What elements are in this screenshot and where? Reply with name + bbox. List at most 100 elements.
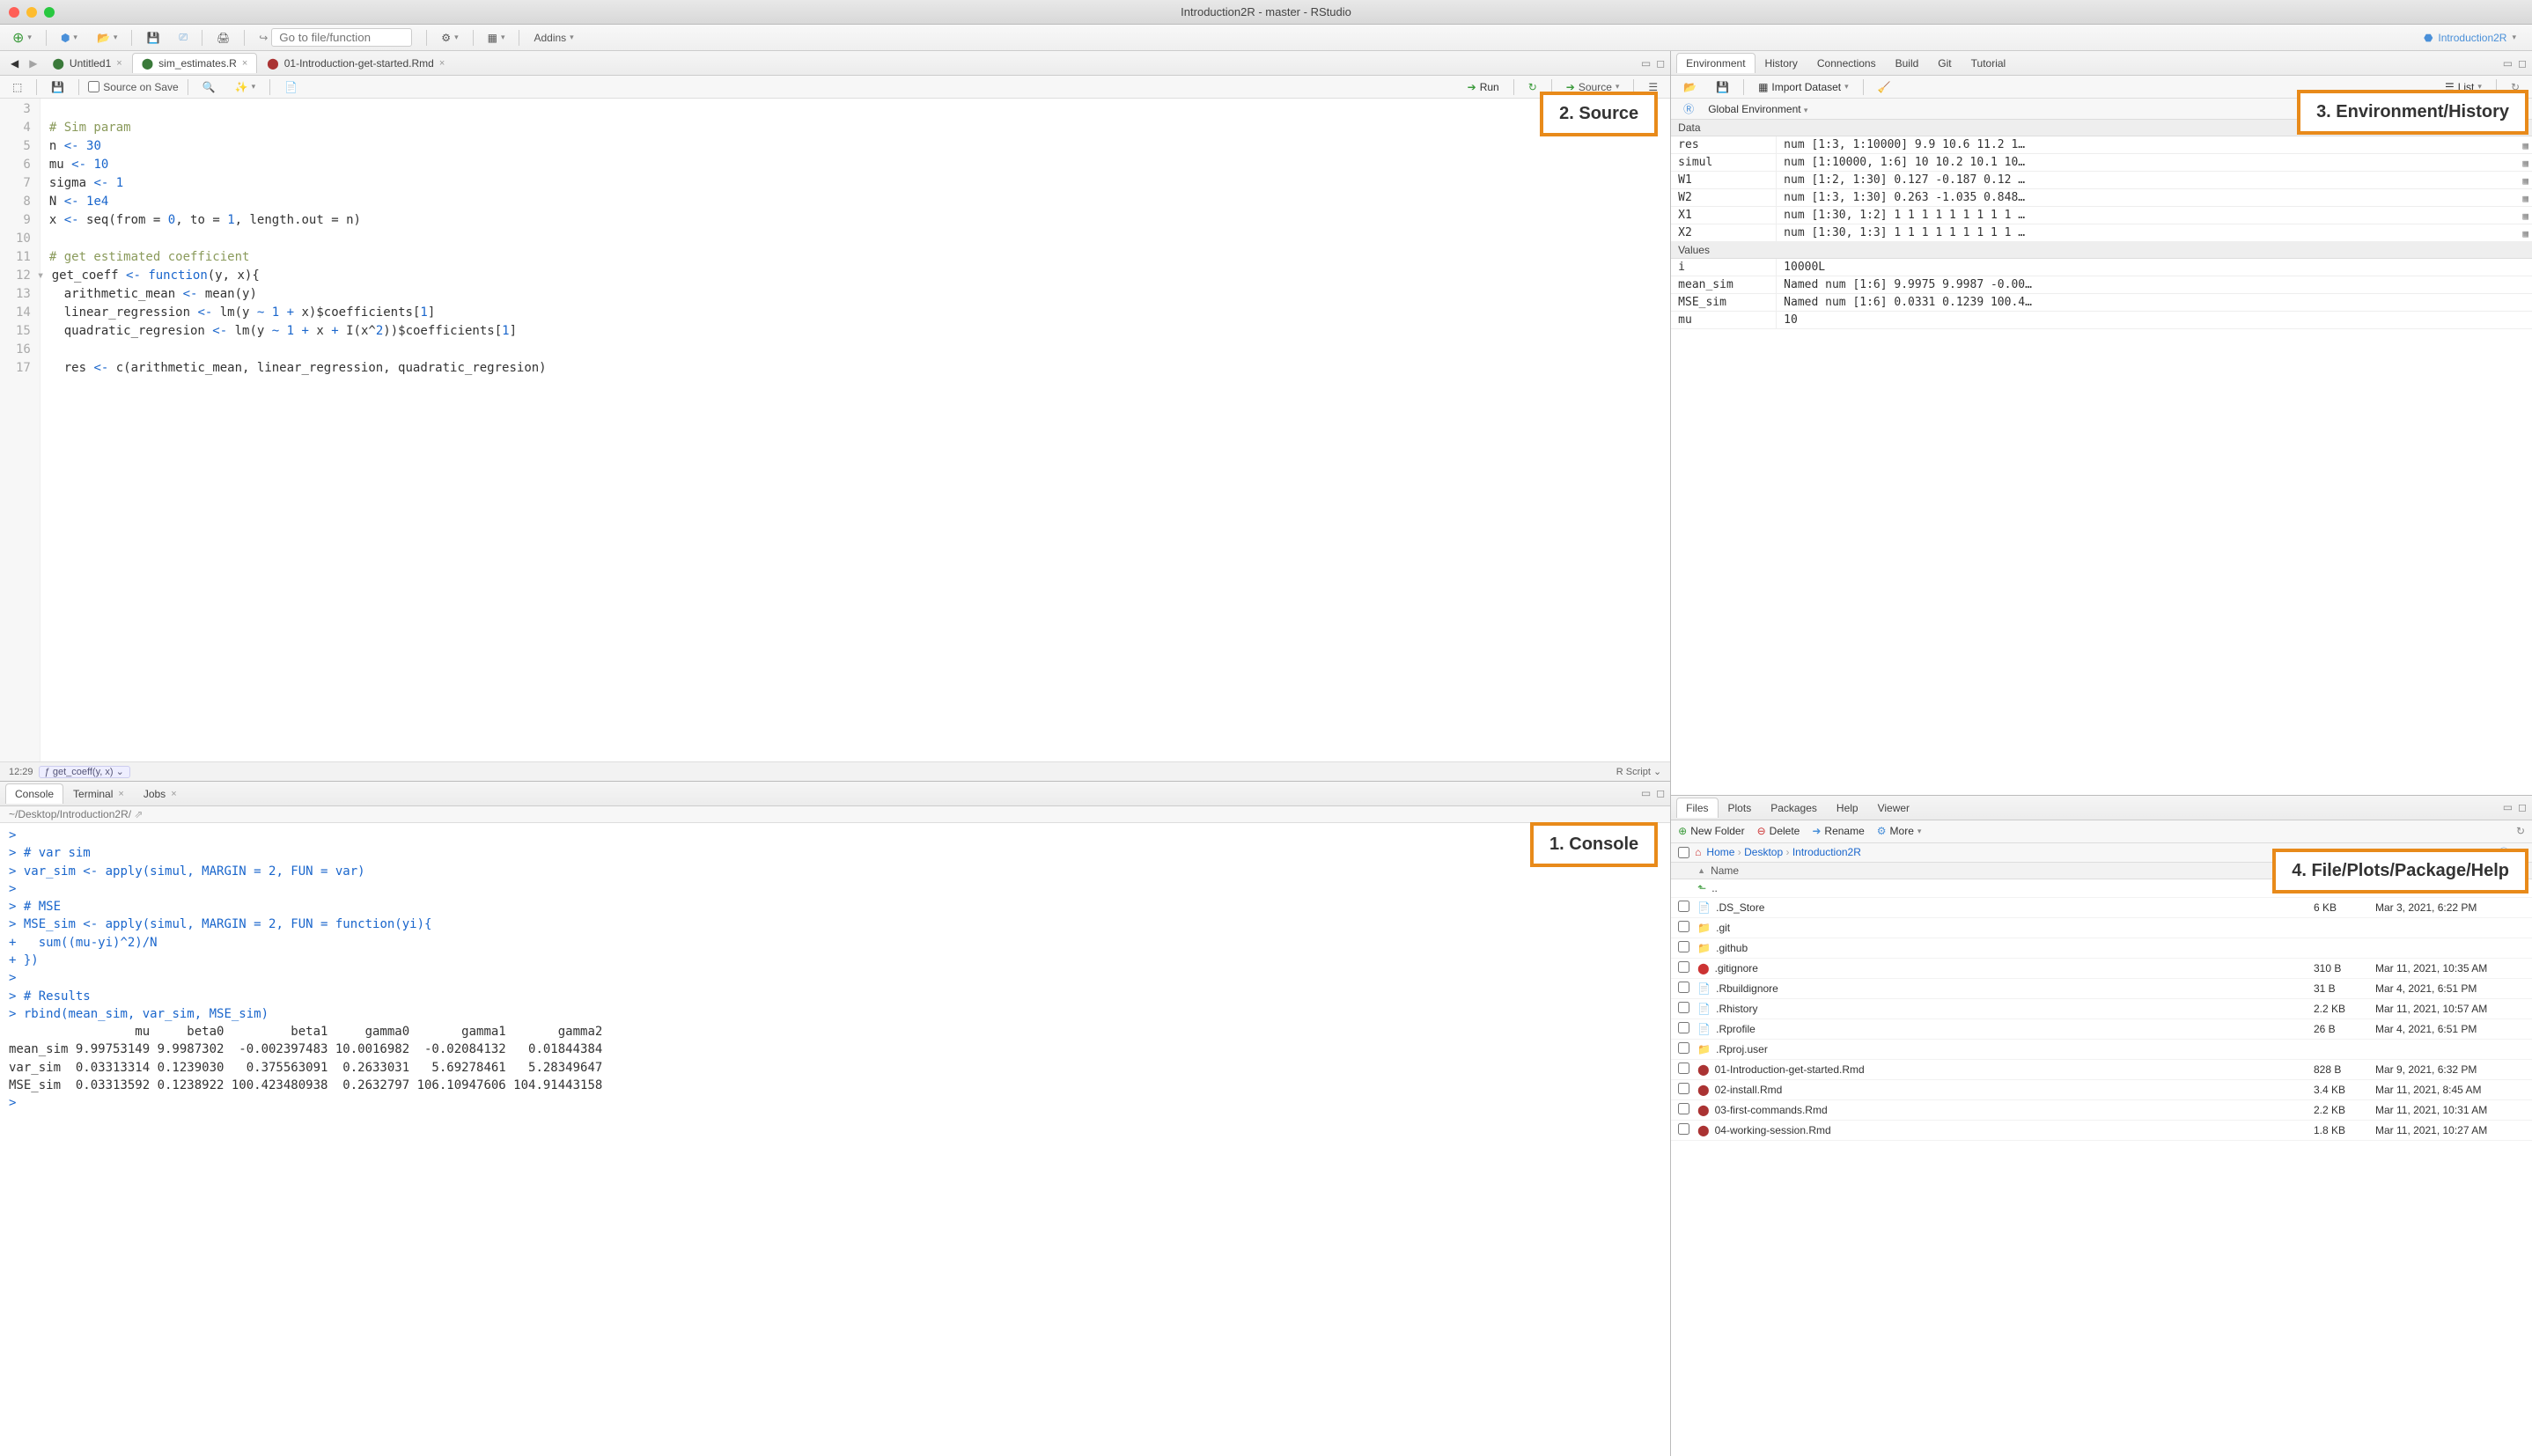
- file-checkbox[interactable]: [1678, 1083, 1689, 1094]
- view-data-icon[interactable]: ▦: [2522, 158, 2528, 169]
- save-workspace-button[interactable]: 💾: [1711, 79, 1734, 95]
- re-run-button[interactable]: ↻: [1523, 79, 1542, 95]
- outline-button[interactable]: ☰: [1643, 79, 1663, 95]
- env-tab[interactable]: Git: [1928, 53, 1961, 73]
- report-button[interactable]: 📄: [279, 79, 303, 95]
- file-row[interactable]: 📁 .github: [1671, 938, 2532, 959]
- console-output[interactable]: > > # var sim > var_sim <- apply(simul, …: [0, 823, 1670, 1456]
- refresh-files-button[interactable]: ↻: [2516, 825, 2525, 837]
- breadcrumb-link[interactable]: Introduction2R: [1792, 846, 1861, 858]
- function-scope[interactable]: ƒ get_coeff(y, x) ⌄: [39, 766, 130, 778]
- more-button[interactable]: ⚙ More ▾: [1877, 825, 1922, 837]
- env-tab[interactable]: Tutorial: [1962, 53, 2016, 73]
- env-row[interactable]: W2num [1:3, 1:30] 0.263 -1.035 0.848…▦: [1671, 189, 2532, 207]
- env-row[interactable]: X2num [1:30, 1:3] 1 1 1 1 1 1 1 1 1 …▦: [1671, 224, 2532, 242]
- env-row[interactable]: mean_simNamed num [1:6] 9.9975 9.9987 -0…: [1671, 276, 2532, 294]
- close-tab-icon[interactable]: ×: [439, 58, 445, 69]
- save-script-button[interactable]: 💾: [46, 79, 70, 95]
- more-dir-icon[interactable]: …: [2514, 846, 2525, 858]
- minimize-pane-icon[interactable]: ▭: [2503, 801, 2513, 813]
- minimize-pane-icon[interactable]: ▭: [1641, 787, 1651, 799]
- wand-button[interactable]: ✨▾: [230, 79, 261, 95]
- env-row[interactable]: resnum [1:3, 1:10000] 9.9 10.6 11.2 1…▦: [1671, 136, 2532, 154]
- save-button[interactable]: 💾: [141, 30, 165, 46]
- files-tab[interactable]: Help: [1827, 798, 1868, 818]
- nav-fwd[interactable]: ▶: [24, 55, 42, 71]
- close-button[interactable]: [9, 7, 19, 18]
- file-checkbox[interactable]: [1678, 941, 1689, 952]
- import-dataset-button[interactable]: ▦ Import Dataset ▾: [1753, 79, 1854, 95]
- console-tab[interactable]: Jobs×: [134, 783, 187, 804]
- file-row[interactable]: 📁 .Rproj.user: [1671, 1040, 2532, 1060]
- maximize-button[interactable]: [44, 7, 55, 18]
- env-row[interactable]: X1num [1:30, 1:2] 1 1 1 1 1 1 1 1 1 …▦: [1671, 207, 2532, 224]
- file-row[interactable]: 📄 .Rprofile26 BMar 4, 2021, 6:51 PM: [1671, 1019, 2532, 1040]
- console-tab[interactable]: Terminal×: [63, 783, 134, 804]
- file-row[interactable]: ⬤ .gitignore310 BMar 11, 2021, 10:35 AM: [1671, 959, 2532, 979]
- goto-file-input[interactable]: [271, 28, 412, 47]
- clear-workspace-button[interactable]: 🧹: [1873, 79, 1896, 95]
- source-dropdown[interactable]: ➔ Source ▾: [1561, 79, 1625, 95]
- file-checkbox[interactable]: [1678, 1123, 1689, 1135]
- env-row[interactable]: MSE_simNamed num [1:6] 0.0331 0.1239 100…: [1671, 294, 2532, 312]
- env-row[interactable]: i10000L: [1671, 259, 2532, 276]
- maximize-pane-icon[interactable]: ◻: [1656, 57, 1665, 70]
- tools-button[interactable]: ⚙▾: [436, 30, 463, 46]
- maximize-pane-icon[interactable]: ◻: [1656, 787, 1665, 799]
- show-doc-button[interactable]: ⬚: [7, 79, 27, 95]
- breadcrumb-link[interactable]: Desktop: [1744, 846, 1783, 858]
- source-tab[interactable]: ⬤sim_estimates.R×: [132, 53, 258, 73]
- search-env-icon[interactable]: 🔍: [2501, 101, 2525, 117]
- home-icon[interactable]: ⌂: [1695, 846, 1701, 858]
- find-button[interactable]: 🔍: [197, 79, 221, 95]
- env-tab[interactable]: History: [1755, 53, 1807, 73]
- name-column-header[interactable]: Name: [1711, 864, 1739, 877]
- rename-button[interactable]: ➜ Rename: [1812, 825, 1864, 837]
- view-data-icon[interactable]: ▦: [2522, 175, 2528, 187]
- file-row[interactable]: 📄 .Rhistory2.2 KBMar 11, 2021, 10:57 AM: [1671, 999, 2532, 1019]
- minimize-pane-icon[interactable]: ▭: [1641, 57, 1651, 70]
- file-checkbox[interactable]: [1678, 1063, 1689, 1074]
- goto-dir-icon[interactable]: Ⓡ: [2499, 845, 2509, 860]
- files-tab[interactable]: Plots: [1719, 798, 1762, 818]
- files-tab[interactable]: Files: [1676, 798, 1718, 818]
- nav-back[interactable]: ◀: [5, 55, 24, 71]
- file-row[interactable]: 📄 .Rbuildignore31 BMar 4, 2021, 6:51 PM: [1671, 979, 2532, 999]
- file-row[interactable]: ⬑ ..: [1671, 879, 2532, 898]
- close-tab-icon[interactable]: ×: [116, 58, 121, 69]
- file-row[interactable]: ⬤ 04-working-session.Rmd1.8 KBMar 11, 20…: [1671, 1121, 2532, 1141]
- file-row[interactable]: ⬤ 02-install.Rmd3.4 KBMar 11, 2021, 8:45…: [1671, 1080, 2532, 1100]
- run-button[interactable]: ➔ Run: [1462, 79, 1505, 95]
- source-on-save-checkbox[interactable]: Source on Save: [88, 81, 178, 93]
- new-project-button[interactable]: ⬢▾: [55, 30, 83, 46]
- console-tab[interactable]: Console: [5, 783, 63, 804]
- env-tab[interactable]: Connections: [1807, 53, 1886, 73]
- load-workspace-button[interactable]: 📂: [1678, 79, 1702, 95]
- env-row[interactable]: mu10: [1671, 312, 2532, 329]
- file-row[interactable]: ⬤ 03-first-commands.Rmd2.2 KBMar 11, 202…: [1671, 1100, 2532, 1121]
- file-row[interactable]: 📄 .DS_Store6 KBMar 3, 2021, 6:22 PM: [1671, 898, 2532, 918]
- file-checkbox[interactable]: [1678, 901, 1689, 912]
- refresh-env-button[interactable]: ↻: [2506, 79, 2525, 95]
- code-editor[interactable]: 3 4 5 6 7 8 9 10 11 12 13 14 15 16 17 # …: [0, 99, 1670, 761]
- goto-wd-icon[interactable]: ⇗: [134, 808, 143, 820]
- new-folder-button[interactable]: ⊕ New Folder: [1678, 825, 1744, 837]
- env-tab[interactable]: Environment: [1676, 53, 1755, 73]
- file-row[interactable]: 📁 .git: [1671, 918, 2532, 938]
- view-data-icon[interactable]: ▦: [2522, 193, 2528, 204]
- close-tab-icon[interactable]: ×: [171, 789, 176, 799]
- view-data-icon[interactable]: ▦: [2522, 228, 2528, 239]
- env-row[interactable]: simulnum [1:10000, 1:6] 10 10.2 10.1 10……: [1671, 154, 2532, 172]
- maximize-pane-icon[interactable]: ◻: [2518, 801, 2527, 813]
- minimize-pane-icon[interactable]: ▭: [2503, 57, 2513, 70]
- addins-button[interactable]: Addins ▾: [528, 30, 578, 46]
- file-checkbox[interactable]: [1678, 1022, 1689, 1033]
- file-checkbox[interactable]: [1678, 1103, 1689, 1114]
- project-menu[interactable]: ⬣ Introduction2R ▾: [2424, 32, 2525, 44]
- files-tab[interactable]: Packages: [1761, 798, 1827, 818]
- minimize-button[interactable]: [26, 7, 37, 18]
- file-row[interactable]: ⬤ 01-Introduction-get-started.Rmd828 BMa…: [1671, 1060, 2532, 1080]
- view-data-icon[interactable]: ▦: [2522, 210, 2528, 222]
- maximize-pane-icon[interactable]: ◻: [2518, 57, 2527, 70]
- goto-file[interactable]: ↪: [254, 26, 417, 48]
